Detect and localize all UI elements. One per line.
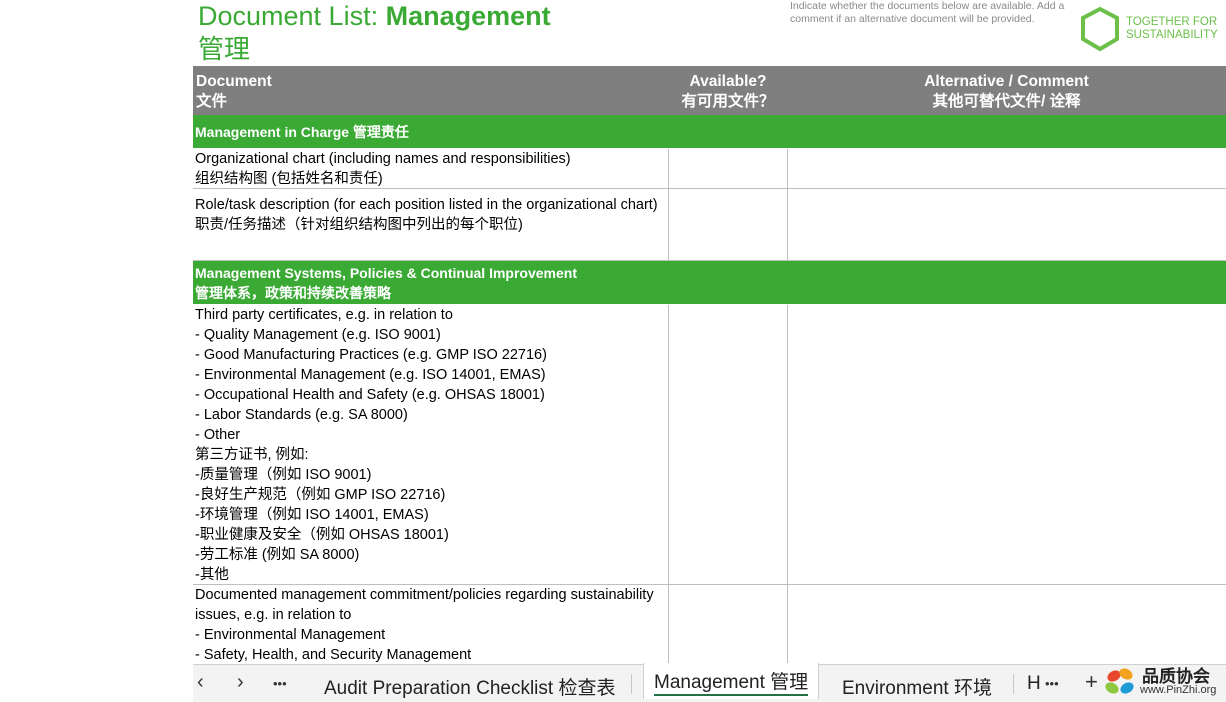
- cell-line: issues, e.g. in relation to: [195, 607, 352, 623]
- document-cell[interactable]: Organizational chart (including names an…: [193, 149, 669, 188]
- tab-audit-preparation-checklist[interactable]: Audit Preparation Checklist 检查表: [324, 673, 615, 700]
- tab-management-label: Management 管理: [654, 672, 809, 693]
- logo-line1: TOGETHER FOR: [1126, 16, 1218, 28]
- table-row[interactable]: Third party certificates, e.g. in relati…: [193, 305, 1226, 585]
- cell-line: Organizational chart (including names an…: [195, 151, 571, 167]
- section-label: Management Systems, Policies & Continual…: [195, 265, 577, 281]
- document-table: Document 文件 Available? 有可用文件？ Alternativ…: [193, 66, 1226, 685]
- cell-line: -质量管理（例如 ISO 9001): [195, 467, 372, 483]
- cell-line: -劳工标准 (例如 SA 8000): [195, 547, 360, 563]
- cell-line: 职责/任务描述（针对组织结构图中列出的每个职位): [195, 217, 523, 233]
- section-row-management-in-charge[interactable]: Management in Charge 管理责任: [193, 115, 1226, 149]
- header-available-en: Available?: [689, 73, 767, 90]
- cell-line: - Other: [195, 427, 241, 443]
- logo-line2: SUSTAINABILITY: [1126, 29, 1218, 41]
- available-cell[interactable]: [669, 305, 788, 584]
- cell-line: - Labor Standards (e.g. SA 8000): [195, 407, 408, 423]
- page-title-chinese: 管理: [198, 34, 251, 64]
- hexagon-logo-icon: [1081, 6, 1119, 52]
- cell-line: -环境管理（例如 ISO 14001, EMAS): [195, 507, 429, 523]
- cell-line: -良好生产规范（例如 GMP ISO 22716): [195, 487, 446, 503]
- section-row-management-systems[interactable]: Management Systems, Policies & Continual…: [193, 261, 1226, 305]
- more-tabs-left-button[interactable]: •••: [273, 676, 287, 691]
- prev-sheet-icon[interactable]: ‹: [197, 671, 204, 694]
- header-alt-en: Alternative / Comment: [924, 73, 1089, 90]
- header-document: Document 文件: [196, 72, 272, 112]
- cell-line: Documented management commitment/policie…: [195, 587, 654, 603]
- available-cell[interactable]: [669, 189, 788, 260]
- together-for-sustainability-logo: TOGETHER FOR SUSTAINABILITY: [1078, 6, 1218, 52]
- cell-line: - Environmental Management (e.g. ISO 140…: [195, 367, 546, 383]
- next-sheet-icon[interactable]: ›: [237, 671, 244, 694]
- title-prefix: Document List:: [198, 1, 386, 31]
- header-alternative: Alternative / Comment 其他可替代文件/ 诠释: [787, 72, 1226, 112]
- more-tabs-right-button[interactable]: •••: [1045, 676, 1059, 691]
- title-block: Document List: Management 管理: [198, 0, 551, 66]
- sheet-tab-bar: ‹ › ••• Audit Preparation Checklist 检查表 …: [193, 663, 1226, 702]
- cell-line: -其他: [195, 567, 229, 583]
- flower-logo-icon: [1105, 668, 1134, 694]
- tab-separator: [1013, 674, 1014, 694]
- section-label: Management in Charge 管理责任: [195, 124, 409, 140]
- logo-text: TOGETHER FOR SUSTAINABILITY: [1126, 16, 1218, 42]
- cell-line: - Good Manufacturing Practices (e.g. GMP…: [195, 347, 547, 363]
- cell-line: - Safety, Health, and Security Managemen…: [195, 647, 472, 663]
- page-title: Document List: Management: [198, 0, 551, 32]
- add-sheet-button[interactable]: +: [1085, 669, 1098, 695]
- tab-h-truncated[interactable]: H: [1027, 673, 1041, 695]
- header-document-en: Document: [196, 73, 272, 90]
- table-row[interactable]: Role/task description (for each position…: [193, 189, 1226, 261]
- table-header: Document 文件 Available? 有可用文件？ Alternativ…: [193, 66, 1226, 115]
- tab-management[interactable]: Management 管理: [643, 663, 820, 699]
- tab-environment[interactable]: Environment 环境: [842, 673, 992, 700]
- section-label-zh: 管理体系，政策和持续改善策略: [195, 285, 391, 301]
- cell-line: -职业健康及安全（例如 OHSAS 18001): [195, 527, 449, 543]
- document-cell[interactable]: Third party certificates, e.g. in relati…: [193, 305, 669, 584]
- cell-line: - Occupational Health and Safety (e.g. O…: [195, 387, 545, 403]
- tab-separator: [631, 674, 632, 694]
- header-available: Available? 有可用文件？: [669, 72, 787, 112]
- cell-line: - Environmental Management: [195, 627, 386, 643]
- header-document-zh: 文件: [196, 93, 228, 110]
- title-bold: Management: [385, 1, 551, 31]
- cell-line: - Quality Management (e.g. ISO 9001): [195, 327, 441, 343]
- table-row[interactable]: Organizational chart (including names an…: [193, 149, 1226, 189]
- pinzhi-watermark: 品质协会 www.PinZhi.org: [1100, 662, 1226, 702]
- active-tab-underline: [654, 694, 809, 696]
- instruction-text: Indicate whether the documents below are…: [790, 0, 1065, 25]
- header-alt-zh: 其他可替代文件/ 诠释: [932, 93, 1081, 110]
- cell-line: Third party certificates, e.g. in relati…: [195, 307, 453, 323]
- header-available-zh: 有可用文件？: [681, 93, 775, 110]
- available-cell[interactable]: [669, 149, 788, 188]
- cell-line: 组织结构图 (包括姓名和责任): [195, 171, 383, 187]
- cell-line: Role/task description (for each position…: [195, 197, 658, 213]
- watermark-url: www.PinZhi.org: [1140, 684, 1217, 696]
- cell-line: 第三方证书, 例如:: [195, 447, 309, 463]
- document-cell[interactable]: Role/task description (for each position…: [193, 189, 669, 260]
